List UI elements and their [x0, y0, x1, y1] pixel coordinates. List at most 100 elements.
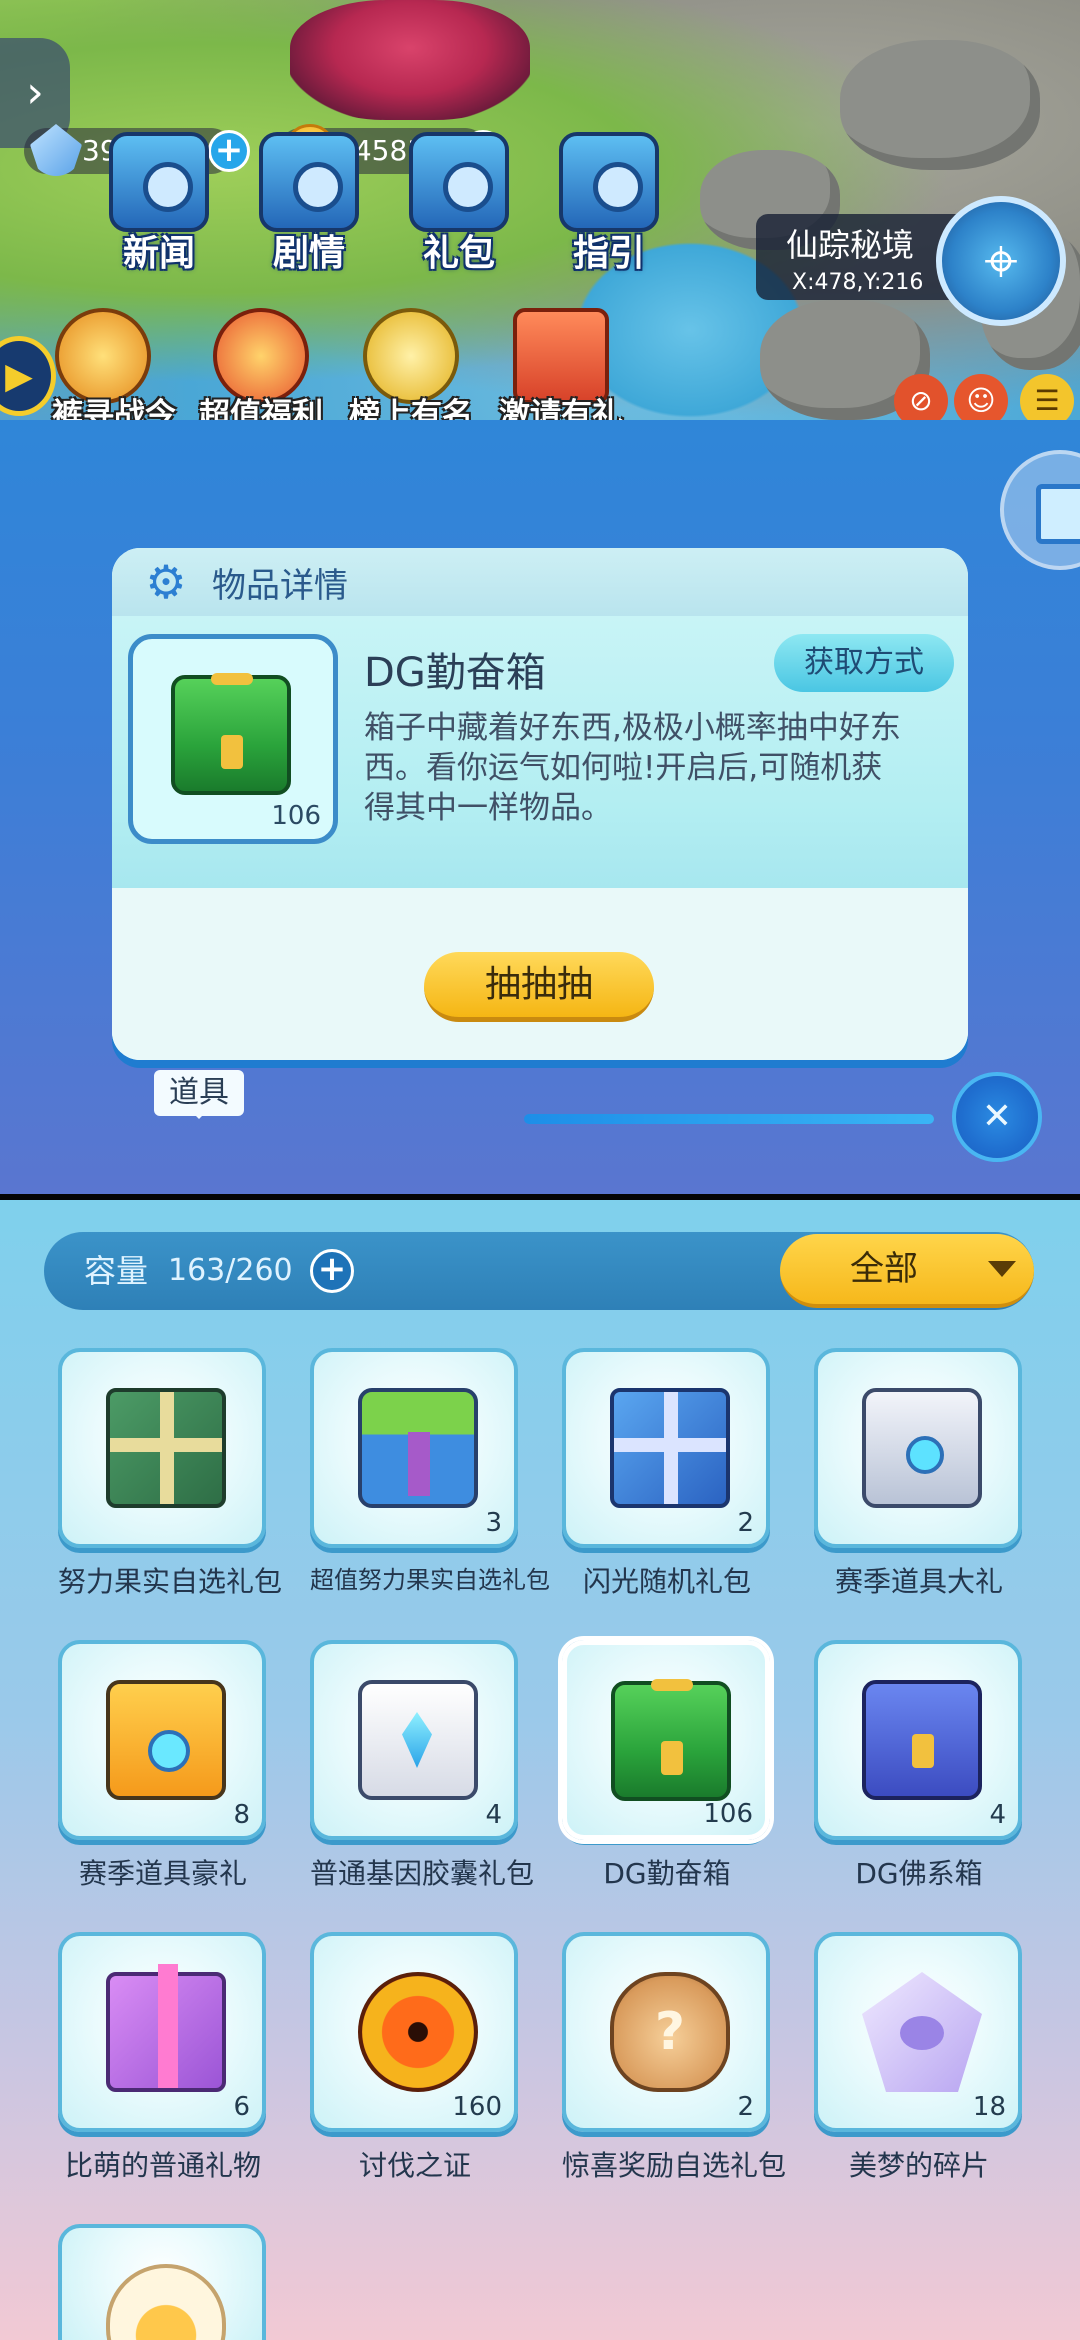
item-label: 闪光随机礼包: [582, 1565, 751, 1598]
cube-icon[interactable]: [1000, 450, 1080, 570]
menu-gift-pack-button[interactable]: 礼包: [394, 132, 524, 292]
dialog-header: ⚙ 物品详情: [112, 548, 968, 616]
item-label: 超值努力果实自选礼包: [310, 1566, 550, 1594]
blue-gift-icon: [610, 1388, 730, 1508]
chevron-right-icon: ›: [26, 67, 44, 118]
inventory-item[interactable]: 6 比萌的普通礼物: [58, 1932, 268, 2184]
filter-label: 全部: [850, 1249, 918, 1289]
item-label: 讨伐之证: [358, 2149, 471, 2182]
story-icon: [259, 132, 359, 232]
event-value-welfare-label: 超值福利: [199, 397, 323, 420]
dialog-footer: 抽抽抽: [112, 888, 968, 1060]
expand-capacity-button[interactable]: +: [310, 1249, 354, 1293]
dream-crystal-icon: [862, 1972, 982, 2092]
inventory-item[interactable]: 努力果实自选礼包: [58, 1348, 283, 1600]
mute-button[interactable]: ⊘: [894, 374, 948, 420]
mute-icon: ⊘: [909, 384, 933, 417]
capacity-label: 容量: [84, 1252, 149, 1290]
inventory-item[interactable]: [58, 2224, 268, 2340]
item-detail-overlay: ⚙ 物品详情 106 DG勤奋箱 获取方式 箱子中藏着好东西,极极小概率抽中好东…: [0, 420, 1080, 1196]
fruit-crate-icon: [358, 1388, 478, 1508]
gift-pack-icon: [409, 132, 509, 232]
inventory-item[interactable]: 160 讨伐之证: [310, 1932, 520, 2184]
menu-news-button[interactable]: 新闻: [94, 132, 224, 292]
pet-icon: ☺: [966, 384, 996, 417]
item-label: DG勤奋箱: [603, 1857, 731, 1890]
filter-dropdown[interactable]: 全部: [780, 1234, 1034, 1308]
event-invite-label: 激请有礼: [499, 397, 623, 420]
list-icon: ☰: [1034, 384, 1060, 417]
item-count: 6: [233, 2092, 250, 2122]
orange-crate-icon: [106, 1680, 226, 1800]
item-tile: 4: [814, 1640, 1022, 1840]
inventory-item[interactable]: 2 惊喜奖励自选礼包: [562, 1932, 787, 2184]
item-label: 赛季道具豪礼: [78, 1857, 247, 1890]
inventory-item[interactable]: 8 赛季道具豪礼: [58, 1640, 268, 1892]
item-tile: 160: [310, 1932, 518, 2132]
event-leaderboard-button[interactable]: 榜上有名: [336, 308, 486, 420]
item-tile: 2: [562, 1932, 770, 2132]
item-description: 箱子中藏着好东西,极极小概率抽中好东西。看你运气如何啦!开启后,可随机获得其中一…: [364, 710, 901, 826]
item-tile: [58, 1348, 266, 1548]
item-tile: 4: [310, 1640, 518, 1840]
event-value-welfare-button[interactable]: 超值福利: [186, 308, 336, 420]
event-leaderboard-label: 榜上有名: [349, 397, 473, 420]
gene-capsule-icon: [358, 1680, 478, 1800]
item-count: 106: [703, 1799, 753, 1829]
item-label: 美梦的碎片: [848, 2149, 989, 2182]
pet-button[interactable]: ☺: [954, 374, 1008, 420]
inventory-item[interactable]: 赛季道具大礼: [814, 1348, 1024, 1600]
list-menu-button[interactable]: ☰: [1020, 374, 1074, 420]
capacity-value: 163/260: [168, 1253, 293, 1288]
item-count: 4: [989, 1800, 1006, 1830]
game-scene: › 398 + 645831 + 新闻 剧情 礼包 指引 仙踪秘境 X:478,…: [0, 0, 1080, 420]
category-tooltip: 道具: [154, 1070, 244, 1119]
event-invite-button[interactable]: 激请有礼: [486, 308, 636, 420]
close-icon: ✕: [981, 1096, 1013, 1137]
get-method-button[interactable]: 获取方式: [774, 634, 954, 692]
inventory-item[interactable]: 4 普通基因胶囊礼包: [310, 1640, 534, 1892]
inventory-item[interactable]: 3 超值努力果实自选礼包: [310, 1348, 550, 1595]
item-preview: 106: [128, 634, 338, 844]
dialog-title: 物品详情: [212, 565, 348, 606]
boss-character: [290, 0, 530, 120]
inventory-item[interactable]: 2 闪光随机礼包: [562, 1348, 772, 1600]
item-tile: [58, 2224, 266, 2340]
item-count: 3: [485, 1508, 502, 1538]
item-tile: 3: [310, 1348, 518, 1548]
item-label: 比萌的普通礼物: [64, 2149, 261, 2182]
item-label: DG佛系箱: [855, 1857, 983, 1890]
menu-story-button[interactable]: 剧情: [244, 132, 374, 292]
eye-orb-icon: [358, 1972, 478, 2092]
progress-line: [524, 1114, 934, 1124]
green-chest-icon: [171, 673, 291, 795]
rock: [840, 40, 1040, 170]
item-count: 4: [485, 1800, 502, 1830]
item-name: DG勤奋箱: [364, 650, 546, 696]
item-count: 2: [737, 2092, 754, 2122]
close-button[interactable]: ✕: [952, 1072, 1042, 1162]
silver-crate-icon: [862, 1388, 982, 1508]
item-tile: 6: [58, 1932, 266, 2132]
item-count: 106: [271, 801, 321, 831]
draw-button[interactable]: 抽抽抽: [424, 952, 654, 1022]
inventory-item[interactable]: 18 美梦的碎片: [814, 1932, 1024, 2184]
event-battle-pass-label: 裤寻战今: [52, 397, 176, 420]
egg-icon: [106, 2264, 226, 2340]
item-label: 惊喜奖励自选礼包: [562, 2149, 787, 2182]
news-icon: [109, 132, 209, 232]
item-count: 2: [737, 1508, 754, 1538]
inventory-item[interactable]: 4 DG佛系箱: [814, 1640, 1024, 1892]
item-tile: 106: [562, 1640, 770, 1840]
item-tile: 18: [814, 1932, 1022, 2132]
map-button[interactable]: ⌖: [936, 196, 1066, 326]
item-count: 8: [233, 1800, 250, 1830]
chevron-down-icon: [988, 1261, 1016, 1291]
item-tile: 2: [562, 1348, 770, 1548]
green-chest-icon: [611, 1679, 731, 1801]
event-battle-pass-button[interactable]: 裤寻战今: [28, 308, 178, 420]
menu-guide-button[interactable]: 指引: [544, 132, 674, 292]
inventory-item-selected[interactable]: 106 DG勤奋箱: [562, 1640, 772, 1892]
blue-chest-icon: [862, 1680, 982, 1800]
item-label: 努力果实自选礼包: [58, 1565, 283, 1598]
